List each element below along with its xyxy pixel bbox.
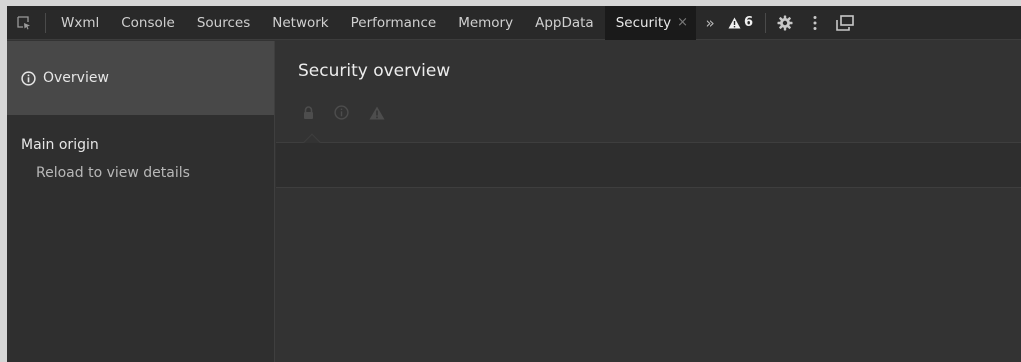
undock-icon <box>836 14 854 31</box>
warning-triangle-icon <box>728 17 741 28</box>
sidebar-item-overview[interactable]: Overview <box>7 41 274 115</box>
inspect-element-icon <box>17 15 30 29</box>
sidebar-item-label: Overview <box>43 70 109 86</box>
undock-button[interactable] <box>830 6 860 40</box>
info-circle-icon <box>334 105 349 120</box>
info-circle-icon <box>21 70 36 86</box>
warnings-counter[interactable]: 6 <box>724 15 761 30</box>
security-sidebar: Overview Main origin Reload to view deta… <box>7 41 275 362</box>
page-title: Security overview <box>298 61 451 81</box>
tab-performance[interactable]: Performance <box>340 6 448 40</box>
more-tabs-button[interactable]: » <box>696 14 724 32</box>
tab-label: Wxml <box>61 14 100 31</box>
tab-label: Console <box>121 14 175 31</box>
gear-icon <box>777 15 793 30</box>
lock-icon <box>304 106 313 119</box>
devtools-window: Wxml Console Sources Network Performance… <box>7 6 1021 362</box>
tab-memory[interactable]: Memory <box>447 6 524 40</box>
kebab-menu-icon <box>813 15 817 30</box>
inspect-element-button[interactable] <box>7 6 41 40</box>
tab-label: Network <box>272 14 329 31</box>
more-options-button[interactable] <box>800 6 830 40</box>
tab-label: Sources <box>196 14 251 31</box>
security-main-panel: Security overview <box>276 41 1021 362</box>
tab-label: Security <box>615 14 672 31</box>
warning-triangle-icon <box>369 106 385 119</box>
tab-security[interactable]: Security × <box>604 6 697 40</box>
settings-button[interactable] <box>770 6 800 40</box>
main-origin-heading: Main origin <box>21 137 99 153</box>
close-icon[interactable]: × <box>677 15 688 30</box>
toolbar-divider <box>765 12 767 33</box>
tab-label: Performance <box>350 14 437 31</box>
tab-label: AppData <box>535 14 594 31</box>
reload-hint-text: Reload to view details <box>36 165 190 181</box>
tab-wxml[interactable]: Wxml <box>50 6 110 40</box>
devtools-tab-bar: Wxml Console Sources Network Performance… <box>7 6 1021 40</box>
tab-label: Memory <box>458 14 514 31</box>
tab-sources[interactable]: Sources <box>186 6 261 40</box>
tab-console[interactable]: Console <box>110 6 186 40</box>
warning-count: 6 <box>744 15 754 30</box>
tab-network[interactable]: Network <box>261 6 339 40</box>
toolbar-divider <box>45 12 46 33</box>
security-summary-band <box>276 143 1021 188</box>
security-status-icons <box>303 105 385 120</box>
tab-appdata[interactable]: AppData <box>524 6 605 40</box>
